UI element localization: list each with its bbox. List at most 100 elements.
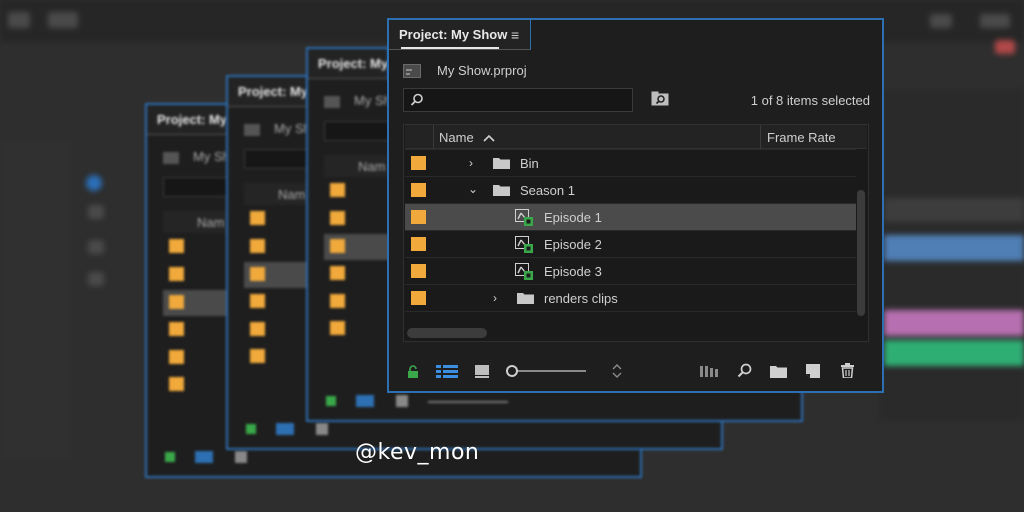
background-track: [884, 198, 1024, 222]
list-item[interactable]: › Bin: [405, 149, 856, 176]
list-item[interactable]: › renders clips: [405, 284, 856, 311]
column-divider: [760, 125, 761, 149]
icon-view-icon: [396, 395, 408, 407]
zoom-slider[interactable]: [518, 370, 586, 372]
panel-menu-icon[interactable]: ≡: [511, 20, 519, 49]
item-name: Season 1: [520, 183, 575, 198]
project-file-icon: [324, 96, 340, 108]
icon-view-icon[interactable]: [475, 365, 489, 378]
background-button: [930, 14, 952, 28]
watermark-handle: @kev_mon: [355, 440, 480, 465]
sequence-icon: [515, 236, 533, 253]
zoom-slider-handle[interactable]: [506, 365, 518, 377]
label-color: [250, 211, 265, 225]
label-color[interactable]: [411, 156, 426, 170]
list-item[interactable]: Episode 2: [405, 230, 856, 257]
folder-icon: [517, 292, 534, 304]
sequence-icon: [515, 209, 533, 226]
file-name: My Sh: [354, 93, 391, 108]
zoom-slider: [428, 401, 508, 403]
sort-icon[interactable]: [611, 364, 623, 378]
label-color[interactable]: [411, 264, 426, 278]
column-frame-rate[interactable]: Frame Rate: [767, 130, 836, 145]
label-color: [250, 294, 265, 308]
tab-label: Project: My Show: [399, 27, 508, 42]
label-color: [250, 267, 265, 281]
list-item[interactable]: Episode 1: [405, 203, 856, 230]
list-view-icon: [195, 451, 213, 463]
sort-ascending-icon[interactable]: [483, 134, 495, 142]
background-icon: [86, 175, 102, 191]
label-color: [169, 295, 184, 309]
label-color: [250, 322, 265, 336]
label-color: [169, 322, 184, 336]
background-side-panel: [0, 140, 70, 460]
label-color: [330, 183, 345, 197]
find-bin-icon[interactable]: [651, 91, 669, 112]
project-file-icon: [163, 152, 179, 164]
tab-project[interactable]: Project: My Show ≡: [389, 20, 531, 50]
label-color[interactable]: [411, 210, 426, 224]
item-name: Episode 3: [544, 264, 602, 279]
folder-icon: [493, 157, 510, 169]
item-name: Episode 2: [544, 237, 602, 252]
new-bin-icon[interactable]: [770, 365, 787, 378]
automate-to-sequence-icon[interactable]: [700, 366, 718, 377]
trash-icon[interactable]: [841, 363, 854, 378]
list-view-icon: [276, 423, 294, 435]
label-color: [169, 377, 184, 391]
lock-icon[interactable]: [407, 365, 419, 378]
column-header: Name Frame Rate: [405, 125, 867, 149]
chevron-down-icon[interactable]: ⌄: [468, 182, 478, 196]
tab-underline: [401, 47, 499, 49]
horizontal-scrollbar[interactable]: [407, 328, 487, 338]
panel-tab: Project: My: [228, 77, 308, 107]
item-name: Bin: [520, 156, 539, 171]
icon-view-icon: [316, 423, 328, 435]
name-header: Nam: [278, 187, 306, 202]
project-file-icon: [403, 64, 421, 83]
new-item-icon[interactable]: [806, 364, 820, 378]
folder-icon: [493, 184, 510, 196]
background-clip: [884, 310, 1024, 336]
label-color: [169, 239, 184, 253]
background-clip: [884, 340, 1024, 366]
label-color: [330, 239, 345, 253]
list-item[interactable]: Episode 3: [405, 257, 856, 284]
vertical-scrollbar[interactable]: [857, 190, 865, 316]
chevron-right-icon[interactable]: ›: [469, 156, 473, 170]
column-name[interactable]: Name: [439, 130, 474, 145]
label-color: [330, 266, 345, 280]
row-divider: [405, 311, 856, 312]
lock-icon: [246, 424, 256, 434]
selection-status: 1 of 8 items selected: [750, 93, 870, 108]
list-view-icon[interactable]: [436, 365, 458, 378]
name-header: Nam: [197, 215, 225, 230]
project-file-name: My Show.prproj: [437, 63, 527, 78]
search-icon: [410, 93, 423, 106]
background-button: [48, 12, 78, 28]
label-color[interactable]: [411, 291, 426, 305]
label-color[interactable]: [411, 237, 426, 251]
icon-view-icon: [235, 451, 247, 463]
background-button: [8, 12, 30, 28]
project-file-icon: [244, 124, 260, 136]
label-color[interactable]: [411, 183, 426, 197]
list-item[interactable]: ⌄ Season 1: [405, 176, 856, 203]
background-button: [980, 14, 1010, 28]
item-name: Episode 1: [544, 210, 602, 225]
panel-tab: Project: My: [147, 105, 232, 135]
background-clip: [884, 235, 1024, 261]
item-name: renders clips: [544, 291, 618, 306]
sequence-icon: [515, 263, 533, 280]
chevron-right-icon[interactable]: ›: [493, 291, 497, 305]
column-divider: [433, 125, 434, 149]
file-name: My Sh: [193, 149, 230, 164]
search-input[interactable]: [403, 88, 633, 112]
label-color: [250, 239, 265, 253]
find-icon[interactable]: [737, 363, 752, 378]
background-icon: [995, 40, 1015, 54]
label-color: [250, 349, 265, 363]
label-color: [169, 350, 184, 364]
lock-icon: [326, 396, 336, 406]
